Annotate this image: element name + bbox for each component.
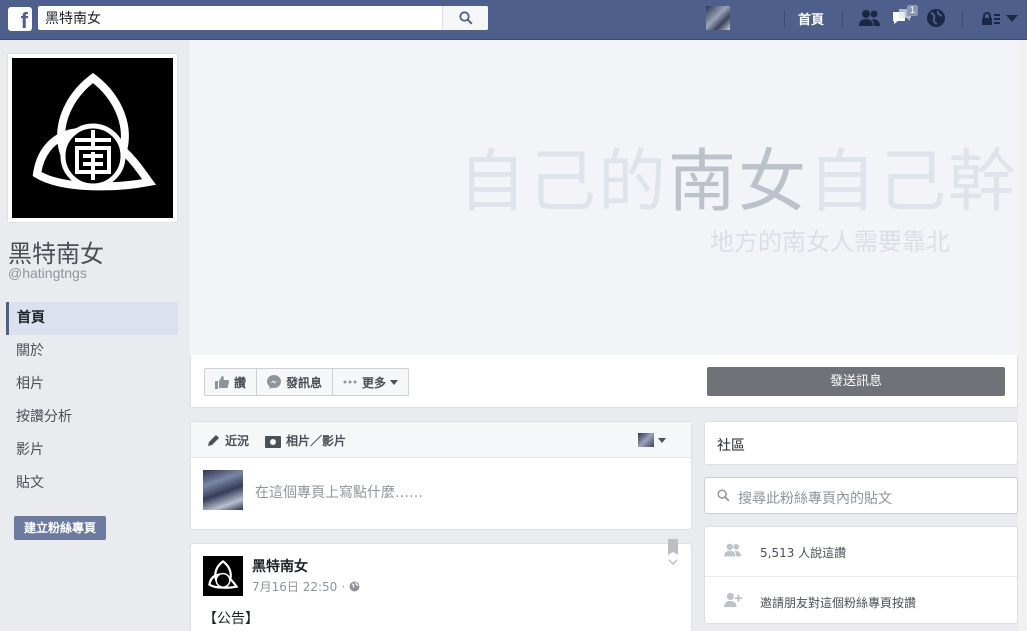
- page-handle[interactable]: @hatingtngs: [8, 265, 87, 281]
- tab-status[interactable]: 近況: [206, 432, 249, 449]
- thumbs-up-icon: [215, 375, 229, 389]
- divider: [784, 10, 785, 28]
- page-post-search[interactable]: 搜尋此粉絲專頁內的貼文: [704, 477, 1018, 514]
- list-icon: [994, 14, 1000, 24]
- like-button[interactable]: 讚: [205, 369, 258, 395]
- page-name[interactable]: 黑特南女: [8, 234, 104, 269]
- user-avatar[interactable]: [706, 6, 730, 30]
- page-logo-icon: [32, 72, 156, 191]
- community-section[interactable]: 社區: [704, 421, 1018, 465]
- camera-icon: [265, 435, 281, 448]
- nav-item-about[interactable]: 關於: [6, 335, 178, 368]
- tab-photo-video[interactable]: 相片／影片: [265, 432, 346, 449]
- home-link[interactable]: 首頁: [798, 9, 824, 28]
- top-bar: f 首頁 1: [0, 0, 1027, 40]
- community-title: 社區: [717, 438, 745, 454]
- lock-icon[interactable]: [980, 12, 994, 26]
- nav-item-videos[interactable]: 影片: [6, 434, 178, 467]
- cover-photo[interactable]: 自己的南女自己幹 地方的南女人需要靠北: [190, 40, 1018, 355]
- send-message-button[interactable]: 發送訊息: [707, 367, 1005, 396]
- globe-icon[interactable]: [349, 581, 360, 592]
- user-avatar[interactable]: [203, 470, 243, 510]
- post-author-avatar[interactable]: [203, 556, 243, 596]
- action-bar: 讚 發訊息 更多 發送訊息: [190, 355, 1018, 408]
- page-scrollbar[interactable]: [1018, 40, 1027, 631]
- cover-slogan: 自己的南女自己幹: [458, 143, 1018, 222]
- more-button[interactable]: 更多: [333, 369, 408, 395]
- page-stats: 5,513 人說這讚 邀請朋友對這個粉絲專頁按讚: [704, 526, 1018, 624]
- audience-selector[interactable]: [638, 433, 666, 447]
- cover-subtitle: 地方的南女人需要靠北: [710, 228, 950, 256]
- chevron-down-icon[interactable]: [1006, 15, 1018, 23]
- nav-item-likes[interactable]: 按讚分析: [6, 401, 178, 434]
- invite-friends-link[interactable]: 邀請朋友對這個粉絲專頁按讚: [760, 594, 916, 611]
- people-icon: [724, 543, 741, 557]
- post-author-name[interactable]: 黑特南女: [252, 556, 308, 576]
- more-dots-icon: [343, 380, 357, 384]
- divider: [842, 10, 843, 28]
- composer-tabs: 近況 相片／影片: [191, 422, 691, 458]
- search-icon: [458, 11, 473, 25]
- create-page-button[interactable]: 建立粉絲專頁: [14, 516, 107, 540]
- nav-item-home[interactable]: 首頁: [6, 302, 178, 335]
- action-button-group: 讚 發訊息 更多: [204, 368, 410, 396]
- globe-notifications-icon[interactable]: [926, 8, 946, 28]
- mini-avatar: [638, 433, 654, 447]
- nav-item-photos[interactable]: 相片: [6, 368, 178, 401]
- bookmark-chevron-icon: [668, 539, 678, 566]
- notification-badge: 1: [907, 5, 919, 16]
- page-nav: 首頁 關於 相片 按讚分析 影片 貼文: [6, 302, 178, 500]
- feed-post: 黑特南女 7月16日 22:50 · 【公告】: [190, 539, 692, 631]
- friend-requests-icon[interactable]: [858, 8, 882, 28]
- post-timestamp[interactable]: 7月16日 22:50: [252, 578, 337, 595]
- divider: [962, 10, 963, 28]
- chevron-down-icon: [390, 379, 399, 385]
- search-button[interactable]: [442, 6, 488, 30]
- post-meta: 7月16日 22:50 ·: [252, 578, 360, 595]
- facebook-logo-icon[interactable]: f: [8, 7, 32, 31]
- post-search-input[interactable]: 搜尋此粉絲專頁內的貼文: [738, 488, 892, 508]
- post-options[interactable]: [667, 539, 679, 571]
- meta-separator: ·: [341, 579, 346, 594]
- search-box[interactable]: [38, 6, 488, 30]
- search-icon: [717, 489, 730, 502]
- profile-picture[interactable]: [7, 53, 178, 223]
- pencil-icon: [208, 434, 219, 446]
- composer-input[interactable]: 在這個專頁上寫點什麼……: [255, 482, 423, 502]
- message-button[interactable]: 發訊息: [257, 369, 334, 395]
- chevron-down-icon: [658, 437, 666, 443]
- likes-row[interactable]: 5,513 人說這讚: [705, 527, 1017, 576]
- post-text: 【公告】: [203, 611, 259, 627]
- nav-item-posts[interactable]: 貼文: [6, 467, 178, 500]
- likes-count: 5,513 人說這讚: [760, 546, 847, 560]
- invite-row[interactable]: 邀請朋友對這個粉絲專頁按讚: [705, 576, 1017, 625]
- messenger-icon: [267, 375, 282, 389]
- add-friend-icon: [724, 592, 742, 608]
- post-composer: 近況 相片／影片 在這個專頁上寫點什麼……: [190, 421, 692, 530]
- search-input[interactable]: [38, 6, 438, 30]
- page-logo-icon: [208, 560, 239, 589]
